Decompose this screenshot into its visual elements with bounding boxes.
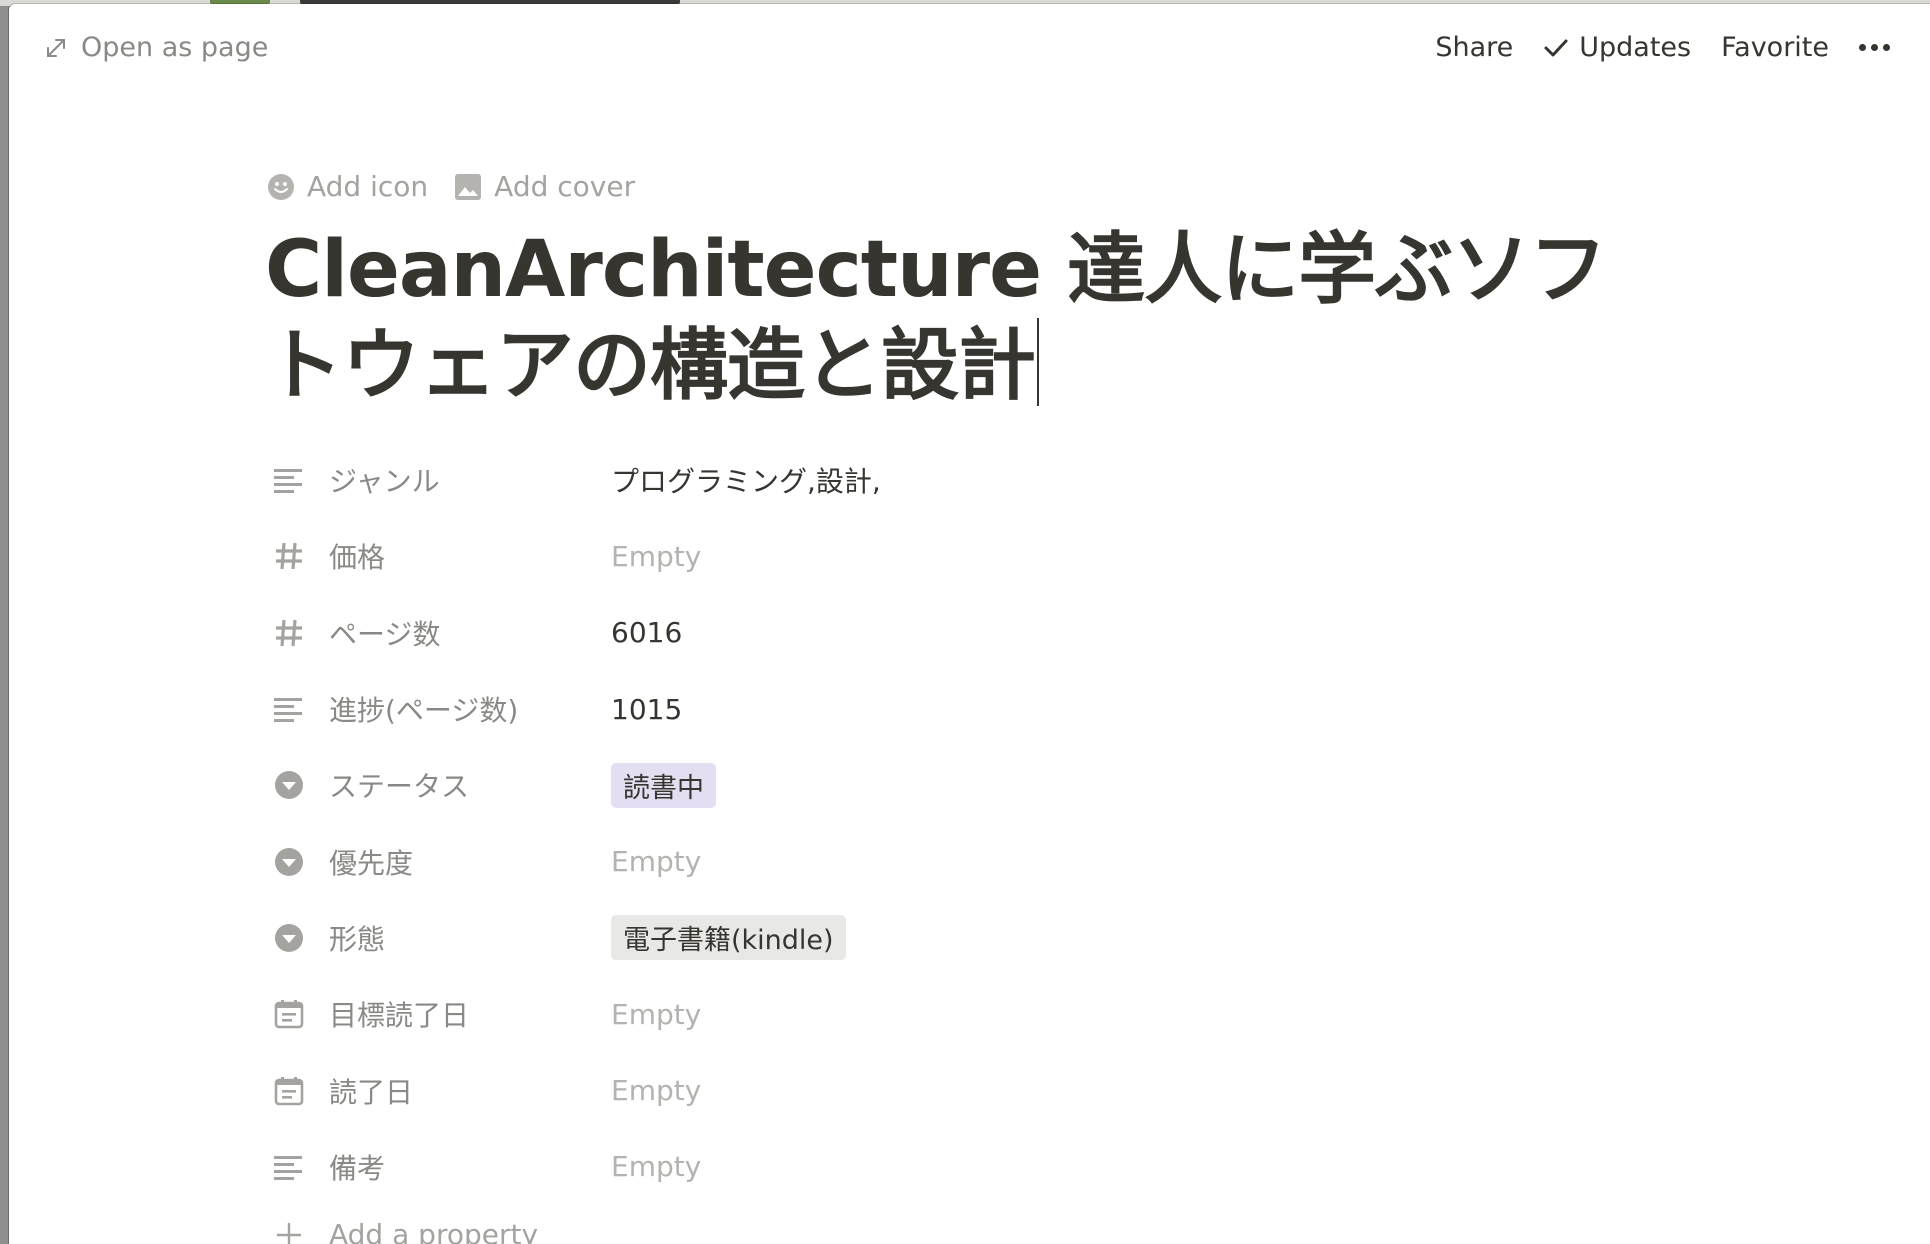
property-value[interactable]: 6016 — [611, 616, 811, 649]
add-icon-label: Add icon — [307, 170, 429, 203]
property-name[interactable]: 形態 — [271, 918, 611, 958]
property-value-text: プログラミング,設計, — [611, 465, 881, 499]
property-row: 進捗(ページ数) 1015 — [271, 671, 1671, 747]
property-name[interactable]: 目標読了日 — [271, 994, 611, 1034]
select-tag: 読書中 — [611, 762, 716, 808]
text-icon — [271, 462, 307, 498]
select-icon — [271, 767, 307, 803]
select-icon — [271, 844, 307, 880]
property-name-label: ステータス — [329, 770, 470, 804]
select-icon — [271, 920, 307, 956]
property-row: ジャンル プログラミング,設計, — [271, 442, 1671, 518]
property-value[interactable]: Empty — [611, 1074, 811, 1107]
favorite-button[interactable]: Favorite — [1721, 32, 1829, 63]
updates-label: Updates — [1579, 32, 1692, 63]
property-name[interactable]: ページ数 — [271, 613, 611, 653]
expand-icon — [47, 38, 65, 57]
property-name-label: 目標読了日 — [329, 999, 470, 1033]
open-as-page-button[interactable]: Open as page — [45, 32, 268, 63]
property-value[interactable]: 電子書籍(kindle) — [611, 915, 846, 961]
checkmark-icon — [1544, 39, 1568, 56]
select-tag: 電子書籍(kindle) — [611, 915, 846, 961]
property-row: 形態 電子書籍(kindle) — [271, 900, 1671, 976]
property-row: 優先度 Empty — [271, 823, 1671, 899]
property-name-label: 備考 — [329, 1151, 386, 1185]
share-button[interactable]: Share — [1435, 32, 1513, 63]
property-value[interactable]: Empty — [611, 1150, 811, 1183]
calendar-icon — [271, 1073, 307, 1109]
share-label: Share — [1435, 32, 1514, 63]
property-value-text: Empty — [611, 845, 702, 879]
property-row: 備考 Empty — [271, 1129, 1671, 1205]
property-name-label: ジャンル — [329, 465, 440, 499]
image-icon — [455, 173, 482, 200]
add-cover-label: Add cover — [494, 170, 636, 203]
property-name-label: 優先度 — [329, 846, 414, 880]
property-value[interactable]: Empty — [611, 998, 811, 1031]
property-value-text: Empty — [611, 997, 702, 1031]
property-value[interactable]: 読書中 — [611, 762, 811, 808]
text-icon — [271, 1149, 307, 1185]
page-header-controls: Add icon Add cover — [267, 170, 661, 203]
property-name[interactable]: 優先度 — [271, 842, 611, 882]
property-row: 目標読了日 Empty — [271, 976, 1671, 1052]
property-name-label: ページ数 — [329, 617, 441, 651]
property-value-text: Empty — [611, 1150, 702, 1184]
smiley-icon — [268, 173, 294, 200]
property-list: ジャンル プログラミング,設計, 価格 Empty ページ数 6016 進捗(ページ数) 10… — [271, 442, 1671, 1244]
peek-topbar: Open as page Share Updates Favorite — [9, 4, 1930, 96]
property-name[interactable]: ステータス — [271, 765, 611, 805]
property-value[interactable]: Empty — [611, 540, 811, 573]
page-title-text: CleanArchitecture 達人に学ぶソフトウェアの構造と設計 — [265, 225, 1607, 411]
updates-button[interactable]: Updates — [1543, 32, 1691, 63]
property-name[interactable]: ジャンル — [271, 460, 611, 500]
property-name[interactable]: 読了日 — [271, 1071, 611, 1111]
open-as-page-label: Open as page — [81, 32, 269, 63]
plus-icon — [271, 1217, 307, 1244]
add-cover-button[interactable]: Add cover — [454, 170, 635, 203]
add-icon-button[interactable]: Add icon — [267, 170, 428, 203]
property-name[interactable]: 価格 — [271, 536, 611, 576]
property-name[interactable]: 備考 — [271, 1147, 611, 1187]
add-property-label: Add a property — [329, 1218, 539, 1244]
property-row: 価格 Empty — [271, 518, 1671, 594]
property-value-text: Empty — [611, 539, 702, 573]
favorite-label: Favorite — [1721, 32, 1829, 63]
property-row: ページ数 6016 — [271, 595, 1671, 671]
page-title[interactable]: CleanArchitecture 達人に学ぶソフトウェアの構造と設計 — [265, 222, 1665, 414]
property-name-label: 形態 — [329, 922, 386, 956]
property-value-text: 1015 — [611, 692, 683, 726]
calendar-icon — [271, 996, 307, 1032]
property-row: ステータス 読書中 — [271, 747, 1671, 823]
number-icon — [271, 615, 307, 651]
property-name-label: 価格 — [329, 541, 386, 575]
text-caret — [1037, 318, 1040, 406]
property-value-text: 6016 — [611, 616, 683, 650]
number-icon — [271, 538, 307, 574]
property-name-label: 読了日 — [329, 1075, 414, 1109]
property-value[interactable]: 1015 — [611, 693, 811, 726]
text-icon — [271, 691, 307, 727]
property-name-label: 進捗(ページ数) — [329, 694, 519, 728]
topbar-actions: Share Updates Favorite — [1405, 32, 1890, 63]
property-value[interactable]: Empty — [611, 845, 811, 878]
property-name[interactable]: 進捗(ページ数) — [271, 689, 611, 729]
property-value-text: Empty — [611, 1074, 702, 1108]
property-value[interactable]: プログラミング,設計, — [611, 460, 881, 500]
property-row: 読了日 Empty — [271, 1052, 1671, 1128]
more-options-icon[interactable] — [1859, 44, 1890, 51]
page-peek-panel: Open as page Share Updates Favorite Add … — [9, 4, 1930, 1244]
add-property-button[interactable]: Add a property — [271, 1205, 1671, 1244]
